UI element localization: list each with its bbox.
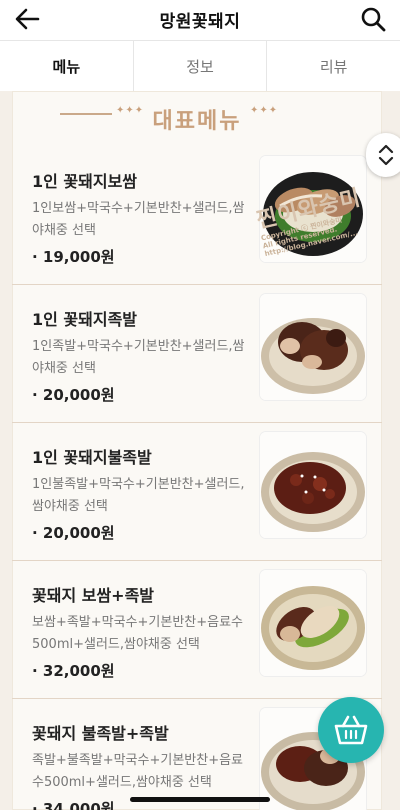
tab-bar: 메뉴 정보 리뷰: [0, 40, 400, 92]
chevron-updown-icon: [378, 144, 394, 166]
menu-item-desc: 보쌈+족발+막국수+기본반찬+음료수500ml+샐러드,쌈야채중 선택: [32, 615, 244, 652]
menu-item-desc: 족발+불족발+막국수+기본반찬+음료수500ml+샐러드,쌈야채중 선택: [32, 753, 244, 790]
menu-item-name: 1인 꽃돼지족발: [32, 310, 138, 329]
banner-ornament-right: ✦✦✦: [250, 105, 279, 116]
back-arrow-icon[interactable]: [14, 7, 40, 31]
app-header: 망원꽃돼지: [0, 0, 400, 38]
banner-line-left: [60, 113, 112, 115]
menu-item-desc: 1인보쌈+막국수+기본반찬+샐러드,쌈야채중 선택: [32, 201, 245, 238]
menu-item-name: 꽃돼지 불족발+족발: [32, 724, 169, 743]
tab-menu[interactable]: 메뉴: [0, 41, 133, 91]
menu-item-price: · 19,000원: [32, 248, 115, 266]
section-banner: ✦✦✦ 대표메뉴 ✦✦✦: [12, 91, 382, 146]
menu-item-price: · 20,000원: [32, 386, 115, 404]
menu-item[interactable]: 1인 꽃돼지불족발 1인불족발+막국수+기본반찬+샐러드,쌈야채중 선택 · 2…: [12, 422, 382, 561]
menu-item-price: · 32,000원: [32, 662, 115, 680]
bossam-jokbal-photo: [260, 570, 366, 676]
home-indicator: [130, 797, 270, 802]
page-title: 망원꽃돼지: [159, 11, 241, 32]
basket-icon: [334, 715, 368, 745]
scroll-toggle-button[interactable]: [366, 133, 400, 177]
banner-ornament-left: ✦✦✦: [116, 105, 145, 116]
menu-item-name: 꽃돼지 보쌈+족발: [32, 586, 155, 605]
menu-item-desc: 1인족발+막국수+기본반찬+샐러드,쌈야채중 선택: [32, 339, 245, 376]
spicy-jokbal-photo: [260, 432, 366, 538]
menu-item-name: 1인 꽃돼지불족발: [32, 448, 152, 467]
menu-item-desc: 1인불족발+막국수+기본반찬+샐러드,쌈야채중 선택: [32, 477, 245, 514]
menu-item-name: 1인 꽃돼지보쌈: [32, 172, 138, 191]
menu-item-price: · 20,000원: [32, 524, 115, 542]
cart-button[interactable]: [318, 697, 384, 763]
section-title: 대표메뉴: [152, 108, 242, 134]
menu-item[interactable]: 꽃돼지 보쌈+족발 보쌈+족발+막국수+기본반찬+음료수500ml+샐러드,쌈야…: [12, 560, 382, 699]
menu-item[interactable]: 1인 꽃돼지족발 1인족발+막국수+기본반찬+샐러드,쌈야채중 선택 · 20,…: [12, 284, 382, 423]
menu-item-price: · 34,000원: [32, 800, 115, 810]
tab-info[interactable]: 정보: [132, 41, 267, 91]
search-icon[interactable]: [360, 6, 386, 32]
tab-reviews[interactable]: 리뷰: [266, 41, 400, 91]
jokbal-photo: [260, 294, 366, 400]
